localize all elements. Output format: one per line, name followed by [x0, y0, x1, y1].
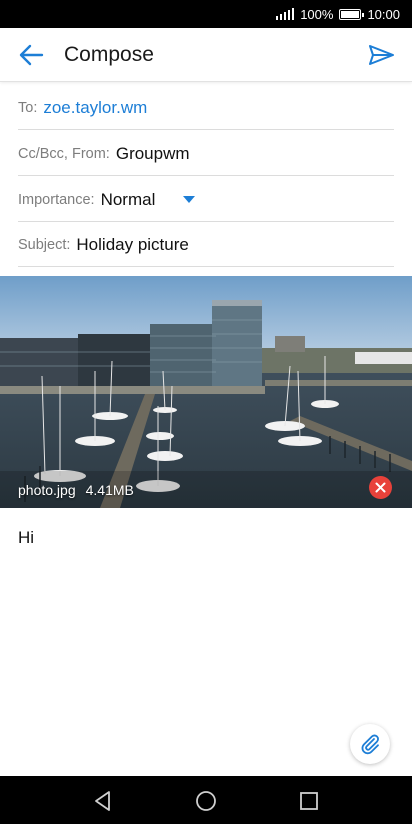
back-button[interactable]	[14, 40, 48, 70]
subject-input[interactable]: Holiday picture	[76, 235, 188, 255]
status-indicators: 100% 10:00	[276, 0, 400, 28]
nav-home-icon	[196, 791, 216, 811]
battery-icon	[339, 8, 365, 20]
battery-percent: 100%	[300, 6, 334, 22]
nav-recents-button[interactable]	[296, 788, 322, 814]
to-field[interactable]: To: zoe.taylor.wm	[18, 86, 394, 130]
send-button[interactable]	[364, 40, 398, 70]
send-icon	[369, 45, 394, 65]
remove-attachment-button[interactable]	[369, 476, 392, 499]
attachment-photo	[0, 276, 412, 508]
subject-field[interactable]: Subject: Holiday picture	[18, 223, 394, 267]
to-label: To:	[18, 99, 38, 116]
app-bar: Compose	[0, 28, 412, 82]
from-label: Cc/Bcc, From:	[18, 145, 110, 162]
arrow-left-icon	[19, 44, 44, 66]
signal-icon	[276, 8, 295, 20]
nav-back-button[interactable]	[90, 788, 116, 814]
from-value[interactable]: Groupwm	[116, 144, 190, 164]
dropdown-arrow-icon[interactable]	[183, 196, 196, 203]
attachment-size: 4.41MB	[85, 482, 134, 498]
subject-label: Subject:	[18, 236, 71, 253]
from-field[interactable]: Cc/Bcc, From: Groupwm	[18, 132, 394, 176]
attach-button[interactable]	[350, 724, 390, 764]
attachment-preview[interactable]: photo.jpg 4.41MB	[0, 276, 412, 508]
nav-home-button[interactable]	[193, 788, 219, 814]
importance-label: Importance:	[18, 191, 95, 208]
paperclip-icon	[361, 734, 379, 755]
system-nav-bar	[0, 776, 412, 824]
clock: 10:00	[367, 6, 400, 22]
importance-select[interactable]: Normal	[101, 190, 156, 210]
nav-recents-icon	[300, 792, 318, 810]
attachment-caption: photo.jpg 4.41MB	[18, 482, 134, 498]
importance-field[interactable]: Importance: Normal	[18, 178, 394, 222]
status-bar: 100% 10:00	[0, 0, 412, 28]
message-body[interactable]: Hi	[18, 528, 34, 548]
page-title: Compose	[64, 43, 154, 66]
attachment-filename: photo.jpg	[18, 482, 76, 498]
close-icon	[375, 482, 386, 493]
to-recipient[interactable]: zoe.taylor.wm	[43, 98, 147, 118]
nav-back-icon	[95, 791, 110, 811]
